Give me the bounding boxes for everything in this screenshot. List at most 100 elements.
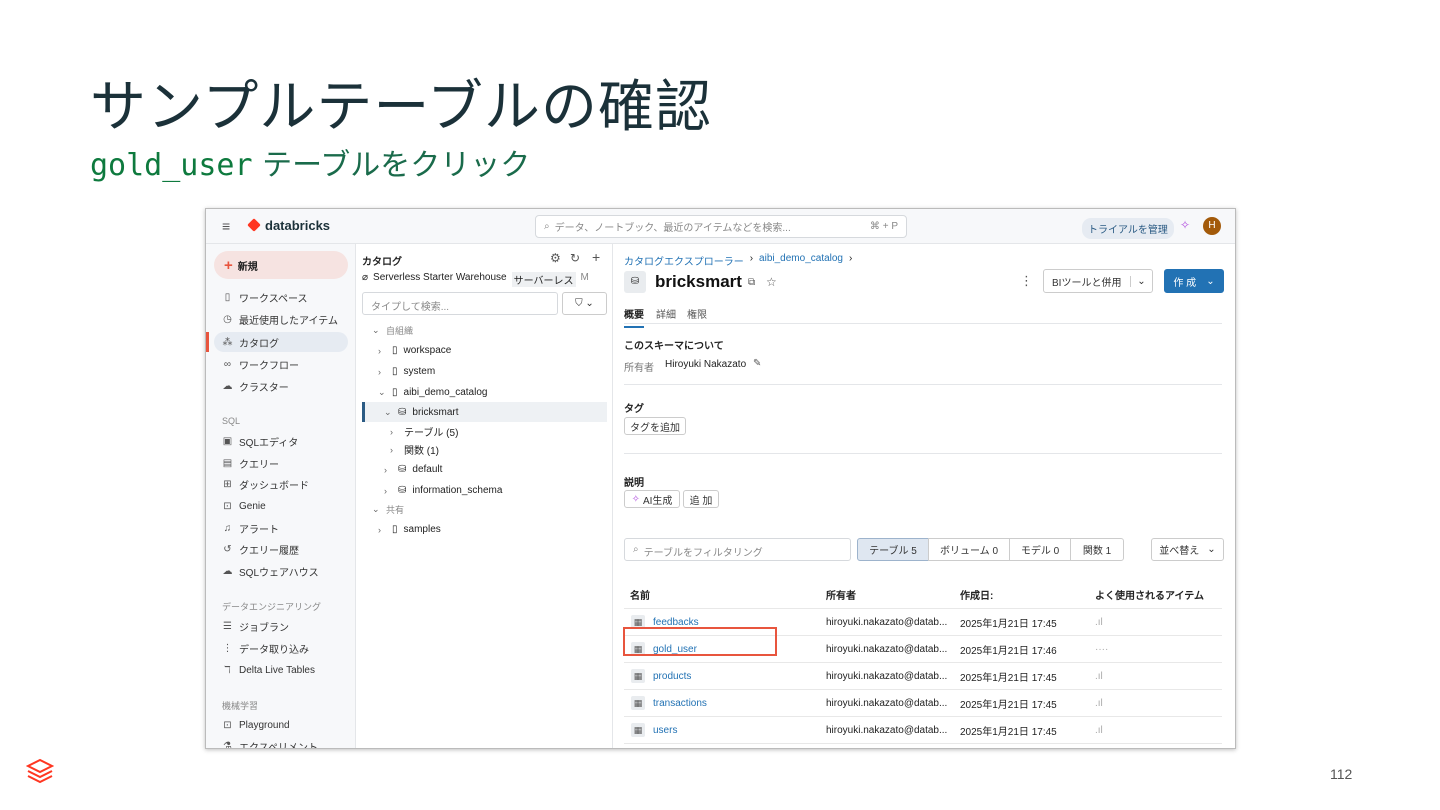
tree-node-system[interactable]: › ▯ system: [378, 362, 435, 381]
chevron-right-icon: ›: [378, 524, 381, 535]
add-tag-button[interactable]: タグを追加: [624, 417, 686, 435]
sort-button[interactable]: 並べ替え ⌄: [1151, 538, 1224, 561]
chevron-down-icon: ⌄: [384, 407, 392, 417]
label: 関数 (1): [404, 446, 439, 457]
tab-overview[interactable]: 概要: [624, 306, 644, 328]
new-button[interactable]: + 新規: [214, 251, 348, 279]
table-link[interactable]: transactions: [653, 698, 707, 709]
job-runs-icon: ☰: [223, 620, 232, 632]
sidebar-item-dlt[interactable]: ℸ Delta Live Tables: [214, 660, 348, 680]
tree-node-bricksmart[interactable]: ⌄ ⛁ bricksmart: [384, 403, 459, 422]
section-data-engineering: データエンジニアリング: [222, 602, 322, 612]
add-description-button[interactable]: 追 加: [683, 490, 719, 508]
sidebar-item-job-runs[interactable]: ☰ ジョブラン: [214, 616, 348, 636]
label: SQLエディタ: [239, 437, 299, 449]
label: ジョブラン: [239, 622, 289, 634]
sidebar-item-clusters[interactable]: ☁ クラスター: [214, 376, 348, 396]
add-icon[interactable]: +: [592, 249, 600, 265]
segment-functions[interactable]: 関数 1: [1070, 538, 1124, 561]
filter-icon: ⛉ ⌄: [575, 298, 594, 309]
star-icon[interactable]: ☆: [766, 275, 777, 289]
copy-icon[interactable]: ⧉: [748, 277, 755, 288]
brand-name[interactable]: databricks: [265, 218, 330, 233]
table-link[interactable]: users: [653, 725, 677, 736]
refresh-icon[interactable]: ↻: [570, 251, 580, 265]
segment-tables[interactable]: テーブル 5: [857, 538, 929, 561]
sidebar-item-workspace[interactable]: ▯ ワークスペース: [214, 287, 348, 307]
sidebar-item-experiments[interactable]: ⚗ エクスペリメント: [214, 736, 348, 749]
tree-node-aibi-demo-catalog[interactable]: ⌄ ▯ aibi_demo_catalog: [378, 383, 487, 402]
tree-node-information-schema[interactable]: › ⛁ information_schema: [384, 481, 502, 500]
tree-node-workspace[interactable]: › ▯ workspace: [378, 341, 451, 360]
label: 自組織: [386, 326, 414, 336]
create-button[interactable]: 作 成 ⌄: [1164, 269, 1224, 293]
breadcrumb: カタログエクスプローラー › aibi_demo_catalog ›: [624, 253, 852, 268]
dashboard-icon: ⊞: [223, 478, 232, 490]
table-link[interactable]: products: [653, 671, 691, 682]
label: アラート: [239, 524, 279, 536]
sidebar-item-query-history[interactable]: ↺ クエリー履歴: [214, 539, 348, 559]
col-name[interactable]: 名前: [630, 587, 650, 602]
cloud-icon: ☁: [222, 380, 233, 392]
pipeline-icon: ℸ: [224, 664, 231, 676]
bi-tools-button[interactable]: BIツールと併用 ⌄: [1043, 269, 1153, 293]
table-row[interactable]: ▦ products hiroyuki.nakazato@datab... 2025年…: [624, 663, 1222, 690]
sidebar-item-recents[interactable]: ◷ 最近使用したアイテム: [214, 309, 348, 329]
genie-icon: ⊡: [223, 500, 232, 512]
section-ml: 機械学習: [222, 701, 259, 711]
sidebar-item-catalog[interactable]: ⁂ カタログ: [214, 332, 348, 352]
sidebar-item-alerts[interactable]: ♫ アラート: [214, 518, 348, 538]
col-usage[interactable]: よく使用されるアイテム: [1095, 587, 1204, 602]
col-created[interactable]: 作成日:: [960, 587, 993, 602]
breadcrumb-catalog[interactable]: aibi_demo_catalog: [759, 253, 843, 268]
chevron-down-icon: ⌄: [378, 387, 386, 397]
segment-volumes[interactable]: ボリューム 0: [928, 538, 1010, 561]
table-row[interactable]: ▦ users hiroyuki.nakazato@datab... 2025年1月2…: [624, 717, 1222, 744]
table-link[interactable]: feedbacks: [653, 617, 699, 628]
ai-generate-button[interactable]: ✧ AI生成: [624, 490, 680, 508]
schema-title: bricksmart: [655, 272, 742, 291]
catalog-icon: ▯: [392, 387, 398, 398]
chevron-down-icon[interactable]: ⌄: [1130, 275, 1152, 287]
trial-button[interactable]: トライアルを管理: [1082, 218, 1174, 239]
kebab-menu-icon[interactable]: ⋮: [1020, 273, 1033, 289]
assistant-sparkle-icon[interactable]: ✧: [1180, 218, 1190, 232]
tab-permissions[interactable]: 権限: [687, 306, 707, 321]
tree-node-functions[interactable]: › 関数 (1): [390, 440, 439, 459]
table-icon: ▦: [631, 696, 645, 710]
sidebar-item-genie[interactable]: ⊡ Genie: [214, 496, 348, 516]
sidebar-item-playground[interactable]: ⊡ Playground: [214, 715, 348, 735]
segment-models[interactable]: モデル 0: [1009, 538, 1071, 561]
label: クラスター: [239, 382, 289, 394]
sidebar-item-workflows[interactable]: ∞ ワークフロー: [214, 354, 348, 374]
sidebar-item-queries[interactable]: ▤ クエリー: [214, 453, 348, 473]
tree-node-tables[interactable]: › テーブル (5): [390, 422, 458, 441]
tree-node-default[interactable]: › ⛁ default: [384, 460, 442, 479]
sidebar-item-dashboards[interactable]: ⊞ ダッシュボード: [214, 474, 348, 494]
sidebar-item-data-ingestion[interactable]: ⋮ データ取り込み: [214, 638, 348, 658]
label: 共有: [386, 505, 405, 515]
col-owner[interactable]: 所有者: [826, 587, 856, 602]
sparkle-icon: ✧: [631, 493, 640, 505]
tab-details[interactable]: 詳細: [656, 306, 676, 321]
breadcrumb-separator: ›: [749, 253, 754, 264]
filter-button[interactable]: ⛉ ⌄: [562, 292, 607, 315]
sidebar-item-sql-warehouses[interactable]: ☁ SQLウェアハウス: [214, 561, 348, 581]
catalog-icon: ▯: [392, 366, 398, 377]
warehouse-selector[interactable]: ⌀ Serverless Starter Warehouse サーバーレス M: [362, 272, 589, 287]
edit-pencil-icon[interactable]: ✎: [753, 358, 761, 369]
table-filter-input[interactable]: ⌕ テーブルをフィルタリング: [624, 538, 851, 561]
menu-icon[interactable]: ≡: [222, 218, 230, 234]
chevron-right-icon: ›: [390, 444, 393, 455]
catalog-search-input[interactable]: タイプして検索...: [362, 292, 558, 315]
search-input[interactable]: ⌕ データ、ノートブック、最近のアイテムなどを検索... ⌘ + P: [535, 215, 907, 238]
breadcrumb-catalog-explorer[interactable]: カタログエクスプローラー: [624, 253, 744, 268]
tree-node-samples[interactable]: › ▯ samples: [378, 520, 441, 539]
avatar[interactable]: H: [1203, 217, 1221, 235]
sidebar-item-sql-editor[interactable]: ▣ SQLエディタ: [214, 431, 348, 451]
table-row[interactable]: ▦ transactions hiroyuki.nakazato@datab... 2…: [624, 690, 1222, 717]
tree-group-my-org[interactable]: ⌄ 自組織: [372, 321, 413, 340]
tree-group-shared[interactable]: ⌄ 共有: [372, 500, 404, 519]
settings-icon[interactable]: ⚙: [550, 251, 561, 265]
highlight-box-gold-user: [623, 627, 777, 656]
